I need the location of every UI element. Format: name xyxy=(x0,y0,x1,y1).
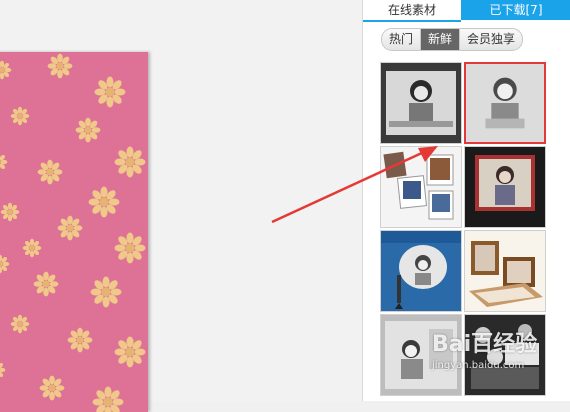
flower-motif xyxy=(115,147,146,178)
floral-pattern xyxy=(0,52,148,412)
filter-segmented-control: 热门 新鲜 会员独享 xyxy=(381,28,523,51)
material-thumbnail-4[interactable] xyxy=(464,146,546,228)
flower-motif xyxy=(38,160,63,185)
flower-motif xyxy=(40,376,65,401)
filter-new[interactable]: 新鲜 xyxy=(421,29,460,50)
material-panel: 在线素材 已下载[7] 热门 新鲜 会员独享 xyxy=(362,0,570,401)
thumbnail-image xyxy=(465,231,545,311)
flower-motif xyxy=(76,118,101,143)
tab-online-materials[interactable]: 在线素材 xyxy=(363,0,461,22)
panel-tabs: 在线素材 已下载[7] xyxy=(363,0,570,20)
flower-motif xyxy=(0,361,5,380)
filter-popular[interactable]: 热门 xyxy=(382,29,421,50)
material-thumbnail-2[interactable] xyxy=(464,62,546,144)
canvas-area xyxy=(0,0,362,401)
flower-motif xyxy=(1,203,20,222)
flower-motif xyxy=(91,277,122,308)
thumbnail-image xyxy=(381,147,461,227)
tab-downloaded[interactable]: 已下载[7] xyxy=(461,0,570,20)
flower-motif xyxy=(23,239,42,258)
thumbnail-image xyxy=(381,231,461,311)
flower-motif xyxy=(115,233,146,264)
pink-floral-paper xyxy=(0,52,148,412)
flower-motif xyxy=(0,61,11,80)
material-thumbnail-6[interactable] xyxy=(464,230,546,312)
flower-motif xyxy=(34,272,59,297)
flower-motif xyxy=(58,216,83,241)
flower-motif xyxy=(115,337,146,368)
thumbnail-image xyxy=(466,64,544,142)
flower-motif xyxy=(48,54,73,79)
flower-motif xyxy=(95,77,126,108)
material-thumbnail-8[interactable] xyxy=(464,314,546,396)
flower-motif xyxy=(0,153,7,172)
material-thumbnail-7[interactable] xyxy=(380,314,462,396)
flower-motif xyxy=(11,315,30,334)
material-thumbnail-5[interactable] xyxy=(380,230,462,312)
flower-motif xyxy=(11,107,30,126)
flower-motif xyxy=(93,387,124,412)
thumbnail-image xyxy=(465,315,545,395)
flower-motif xyxy=(0,255,9,274)
material-thumbnail-3[interactable] xyxy=(380,146,462,228)
flower-motif xyxy=(68,328,93,353)
material-thumbnail-1[interactable] xyxy=(380,62,462,144)
thumbnail-image xyxy=(381,315,461,395)
flower-motif xyxy=(89,187,120,218)
thumbnail-image xyxy=(465,147,545,227)
thumbnail-image xyxy=(381,63,461,143)
filter-members-only[interactable]: 会员独享 xyxy=(460,29,522,50)
